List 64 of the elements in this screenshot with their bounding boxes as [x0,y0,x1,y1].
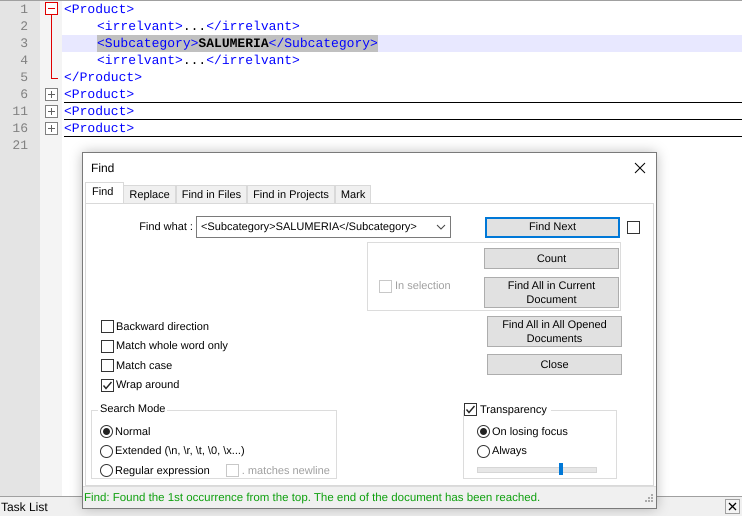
resize-grip-icon[interactable] [645,494,653,502]
dropdown-icon[interactable] [436,224,446,230]
line-number: 11 [11,103,29,120]
radio-button[interactable] [100,464,113,478]
checkbox-label: Transparency [480,404,547,416]
code-line: <irrelvant>...</irrelvant> [97,18,300,35]
checkbox-label: Backward direction [116,320,209,333]
tab[interactable]: Find in Files [176,185,248,203]
code-line: <Product> [64,103,742,120]
checkbox[interactable] [464,403,477,416]
code-line: <Product> [64,120,742,137]
line-number: 6 [19,86,29,103]
collapse-icon[interactable] [45,2,58,18]
checkbox[interactable] [101,359,114,372]
radio-label: Always [492,445,527,458]
code-line: </Product> [64,69,142,86]
expand-icon[interactable] [45,88,58,101]
dialog-title: Find [91,161,114,175]
tab[interactable]: Find in Projects [247,185,335,203]
expand-icon[interactable] [45,105,58,118]
checkbox[interactable] [101,320,114,334]
radio-button[interactable] [477,425,490,438]
tab[interactable]: Mark [334,185,372,203]
group-title: Search Mode [98,403,168,415]
close-icon[interactable] [725,499,740,514]
radio-button[interactable] [100,444,113,458]
code-line: <Product> [64,1,134,18]
line-number: 4 [19,52,29,69]
button[interactable]: Find All in All Opened Documents [487,316,622,347]
checkbox-label: . matches newline [242,464,330,477]
line-number: 2 [19,18,29,35]
find-what-field[interactable]: <Subcategory>SALUMERIA</Subcategory> [196,216,451,238]
line-number: 3 [19,35,29,52]
checkbox[interactable] [627,220,640,234]
code-line: <irrelvant>...</irrelvant> [97,52,300,69]
button[interactable]: Close [487,354,622,375]
line-number: 5 [19,69,29,86]
checkbox[interactable] [101,378,114,392]
radio-label: Regular expression [115,464,210,477]
checkbox-label: Wrap around [116,379,180,392]
tab[interactable]: Replace [123,185,176,203]
field-label: Find what : [138,221,194,233]
button[interactable]: Count [484,248,619,269]
button[interactable]: Find All in Current Document [484,277,619,308]
expand-icon[interactable] [45,122,58,135]
close-icon[interactable] [634,162,646,174]
checkbox-label: Match whole word only [116,340,228,352]
radio-label: On losing focus [492,426,568,438]
panel-title: Task List [1,500,48,514]
checkbox-label: In selection [395,280,451,292]
radio-label: Extended (\n, \r, \t, \0, \x...) [115,445,245,458]
status-message: Find: Found the 1st occurrence from the top. The end of the document has been reached. [84,492,540,504]
code-line: <Product> [64,86,742,103]
radio-button[interactable] [100,425,113,438]
line-number: 16 [11,120,29,137]
checkbox[interactable] [101,340,114,353]
slider-thumb[interactable] [558,463,563,475]
checkbox-label: Match case [116,360,172,372]
find-next-button[interactable]: Find Next [485,216,620,238]
line-number: 1 [19,1,29,18]
line-number: 21 [11,137,29,154]
tab[interactable]: Find [85,182,124,203]
radio-label: Normal [115,426,150,438]
radio-button[interactable] [477,444,490,458]
